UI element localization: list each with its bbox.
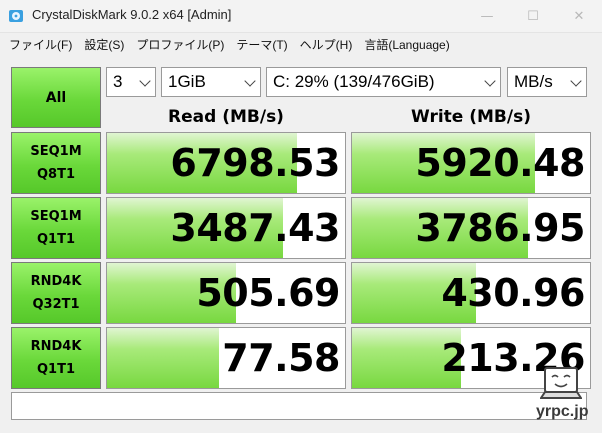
test-label-line1: SEQ1M — [30, 209, 82, 224]
write-value: 3786.95 — [415, 206, 585, 250]
test-button-seq1m-q1t1[interactable]: SEQ1M Q1T1 — [11, 197, 101, 259]
read-value: 3487.43 — [170, 206, 340, 250]
menu-file[interactable]: ファイル(F) — [0, 36, 78, 53]
read-value: 6798.53 — [170, 141, 340, 185]
test-label-line1: SEQ1M — [30, 144, 82, 159]
laptop-face-icon — [540, 367, 582, 399]
test-label-line2: Q1T1 — [36, 362, 75, 377]
unit-value: MB/s — [514, 72, 553, 91]
count-select[interactable]: 3 — [106, 67, 156, 97]
title-bar: CrystalDiskMark 9.0.2 x64 [Admin] — ☐ ✕ — [0, 0, 602, 33]
chevron-down-icon — [484, 75, 496, 87]
write-result-seq1m-q1t1: 3786.95 — [351, 197, 591, 259]
chevron-down-icon — [139, 75, 151, 87]
chevron-down-icon — [570, 75, 582, 87]
test-button-rnd4k-q32t1[interactable]: RND4K Q32T1 — [11, 262, 101, 324]
test-label-line1: RND4K — [30, 274, 82, 289]
menu-profile[interactable]: プロファイル(P) — [130, 36, 230, 53]
menu-theme[interactable]: テーマ(T) — [230, 36, 293, 53]
disk-icon — [9, 10, 23, 22]
size-value: 1GiB — [168, 72, 206, 91]
window-title: CrystalDiskMark 9.0.2 x64 [Admin] — [32, 7, 232, 22]
test-button-seq1m-q8t1[interactable]: SEQ1M Q8T1 — [11, 132, 101, 194]
menu-bar: ファイル(F) 設定(S) プロファイル(P) テーマ(T) ヘルプ(H) 言語… — [0, 33, 602, 55]
menu-settings[interactable]: 設定(S) — [78, 36, 130, 53]
read-header: Read (MB/s) — [168, 107, 284, 127]
read-result-seq1m-q8t1: 6798.53 — [106, 132, 346, 194]
maximize-button[interactable]: ☐ — [510, 0, 556, 32]
read-result-rnd4k-q1t1: 77.58 — [106, 327, 346, 389]
write-header: Write (MB/s) — [411, 107, 531, 127]
test-label-line2: Q8T1 — [36, 167, 75, 182]
drive-value: C: 29% (139/476GiB) — [273, 72, 435, 91]
test-label-line1: RND4K — [30, 339, 82, 354]
test-label-line2: Q32T1 — [32, 297, 80, 312]
menu-language[interactable]: 言語(Language) — [358, 36, 455, 53]
close-button[interactable]: ✕ — [556, 0, 602, 32]
chevron-down-icon — [244, 75, 256, 87]
write-value: 5920.48 — [415, 141, 585, 185]
count-value: 3 — [113, 72, 123, 91]
menu-help[interactable]: ヘルプ(H) — [294, 36, 359, 53]
watermark: yrpc.jp — [536, 403, 589, 420]
write-result-seq1m-q8t1: 5920.48 — [351, 132, 591, 194]
write-result-rnd4k-q32t1: 430.96 — [351, 262, 591, 324]
unit-select[interactable]: MB/s — [507, 67, 587, 97]
read-bar — [107, 328, 219, 388]
test-label-line2: Q1T1 — [36, 232, 75, 247]
read-result-seq1m-q1t1: 3487.43 — [106, 197, 346, 259]
write-value: 430.96 — [441, 271, 585, 315]
drive-select[interactable]: C: 29% (139/476GiB) — [266, 67, 501, 97]
read-result-rnd4k-q32t1: 505.69 — [106, 262, 346, 324]
read-value: 77.58 — [222, 336, 340, 380]
comment-field[interactable] — [11, 392, 587, 420]
test-button-rnd4k-q1t1[interactable]: RND4K Q1T1 — [11, 327, 101, 389]
minimize-button[interactable]: — — [464, 0, 510, 32]
read-value: 505.69 — [196, 271, 340, 315]
all-button[interactable]: All — [11, 67, 101, 128]
size-select[interactable]: 1GiB — [161, 67, 261, 97]
